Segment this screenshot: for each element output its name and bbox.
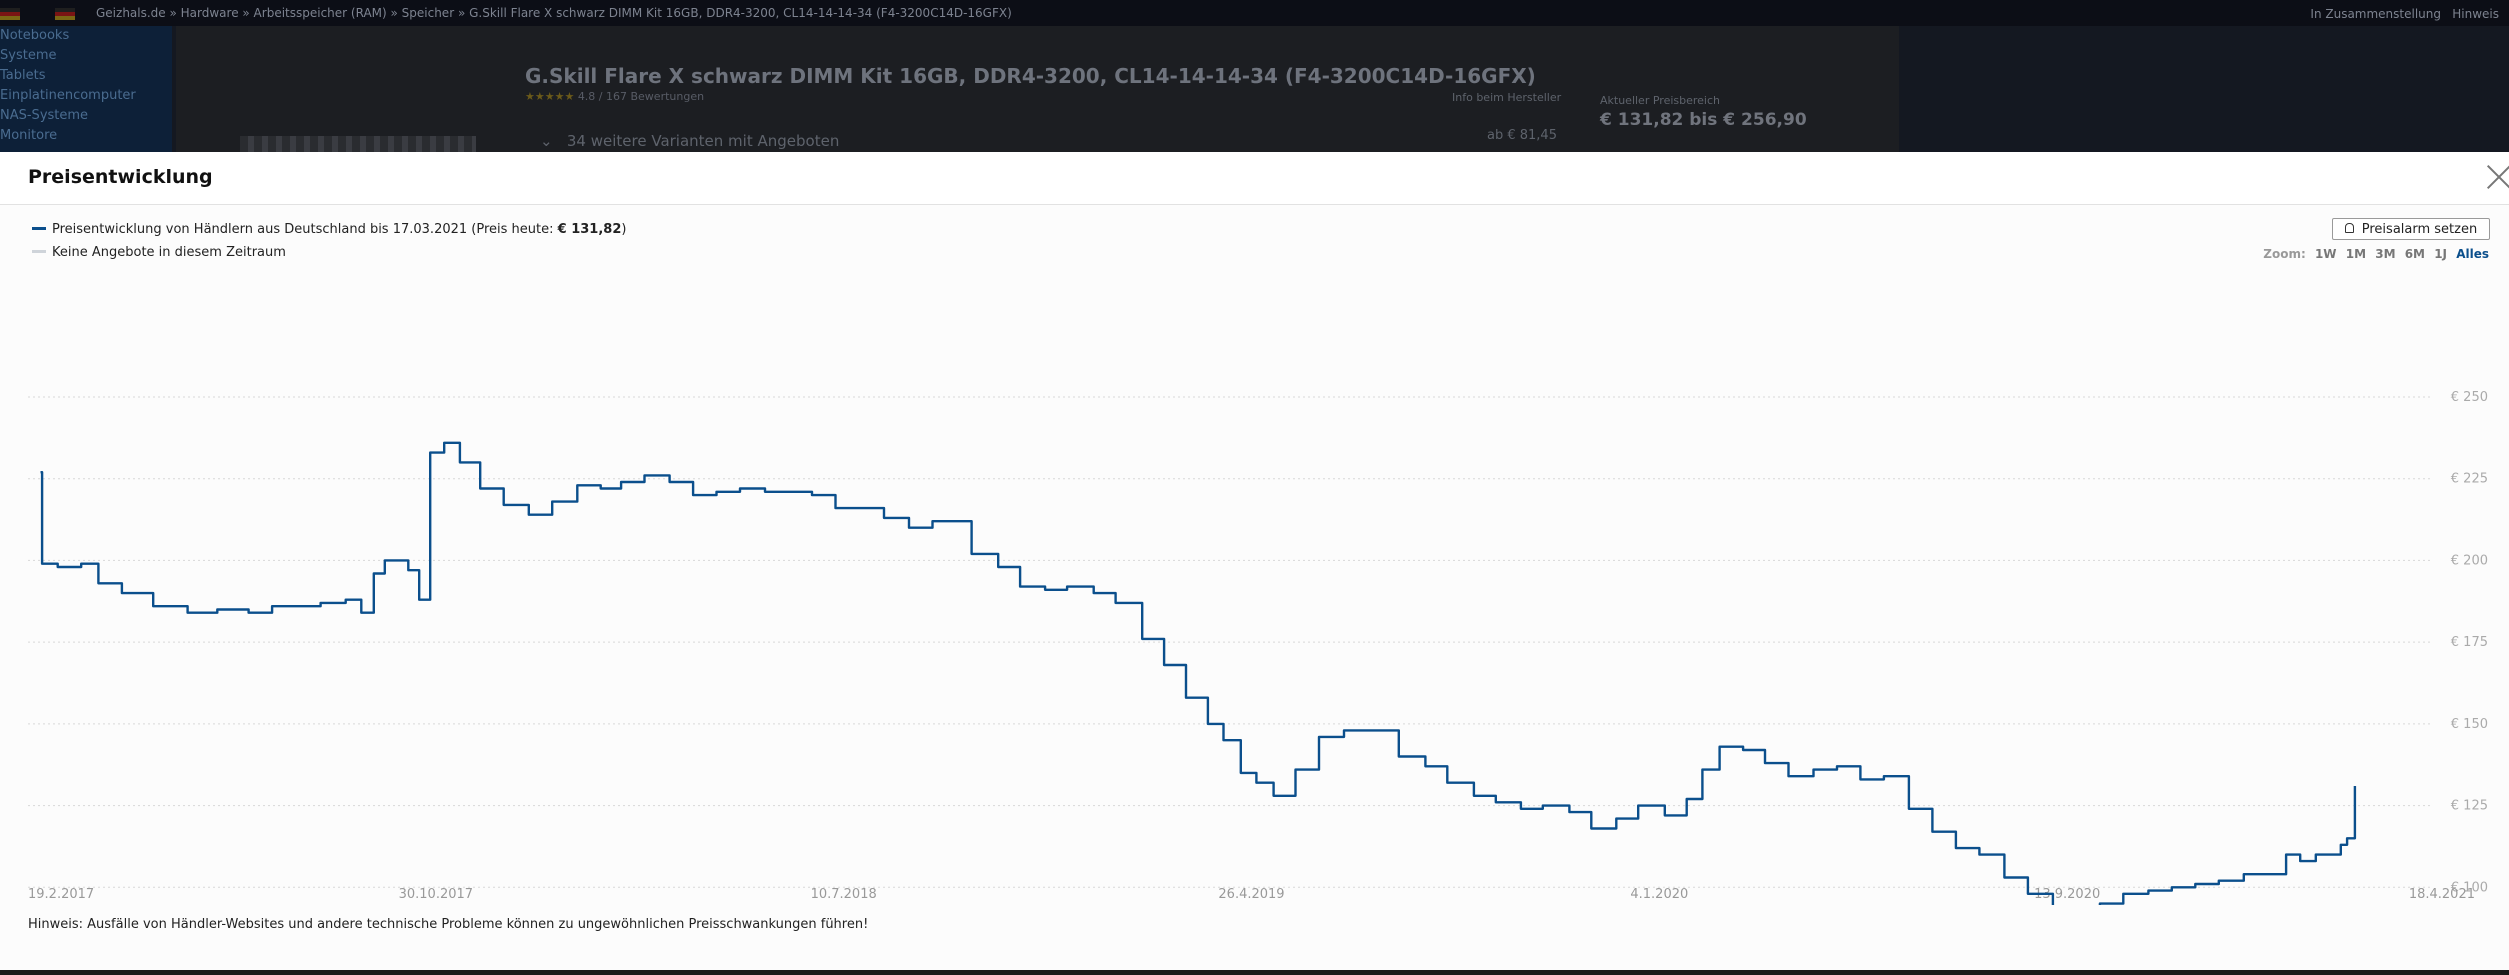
variant-price: ab € 81,45 <box>1487 128 1557 143</box>
sidebar-item-nas-systeme[interactable]: NAS-Systeme <box>0 106 172 126</box>
y-tick-label: € 250 <box>2451 390 2488 405</box>
variants-toggle[interactable]: ⌄ 34 weitere Varianten mit Angeboten <box>540 132 839 150</box>
sidebar-item-systeme[interactable]: Systeme <box>0 46 172 66</box>
y-tick-label: € 150 <box>2451 717 2488 732</box>
y-tick-label: € 125 <box>2451 799 2488 814</box>
product-title: G.Skill Flare X schwarz DIMM Kit 16GB, D… <box>525 64 1536 88</box>
grid-lines <box>28 396 2430 888</box>
chart-area: Preisentwicklung von Händlern aus Deutsc… <box>0 205 2509 970</box>
modal-title: Preisentwicklung <box>28 166 213 188</box>
x-tick-label: 30.10.2017 <box>399 887 473 902</box>
rating-text: 4.8 / 167 Bewertungen <box>577 90 705 103</box>
sidebar-item-tablets[interactable]: Tablets <box>0 66 172 86</box>
rating[interactable]: ★★★★★ 4.8 / 167 Bewertungen <box>525 90 704 103</box>
chevron-down-icon: ⌄ <box>540 132 553 150</box>
price-range: € 131,82 bis € 256,90 <box>1600 110 1807 130</box>
y-tick-label: € 200 <box>2451 553 2488 568</box>
x-tick-label: 4.1.2020 <box>1630 887 1688 902</box>
x-tick-label: 26.4.2019 <box>1218 887 1284 902</box>
star-rating-icon: ★★★★★ <box>525 90 575 103</box>
hint-text: Hinweis: Ausfälle von Händler-Websites u… <box>28 917 869 932</box>
sidebar-item-monitore[interactable]: Monitore <box>0 126 172 146</box>
variants-label: 34 weitere Varianten mit Angeboten <box>566 132 840 150</box>
flag-icon <box>0 8 20 20</box>
notice-link[interactable]: Hinweis <box>2452 7 2499 21</box>
sidebar-item-einplatinencomputer[interactable]: Einplatinencomputer <box>0 86 172 106</box>
manufacturer-info-link[interactable]: Info beim Hersteller <box>1452 91 1561 104</box>
price-chart[interactable]: € 75€ 100€ 125€ 150€ 175€ 200€ 225€ 250 … <box>0 205 2509 905</box>
compare-link[interactable]: In Zusammenstellung <box>2310 7 2441 21</box>
x-tick-label: 19.2.2017 <box>28 887 94 902</box>
close-icon[interactable] <box>2486 164 2509 190</box>
x-axis-ticks: 19.2.2017 30.10.2017 10.7.2018 26.4.2019 4.1… <box>28 887 2475 902</box>
german-flag-icon[interactable] <box>55 8 75 20</box>
price-history-modal: Preisentwicklung Preisentwicklung von Hä… <box>0 152 2509 970</box>
modal-header: Preisentwicklung <box>0 152 2509 205</box>
product-image[interactable] <box>240 136 476 152</box>
top-bar: Geizhals.de » Hardware » Arbeitsspeicher… <box>0 0 2509 26</box>
price-series-line <box>40 441 2357 905</box>
breadcrumb[interactable]: Geizhals.de » Hardware » Arbeitsspeicher… <box>96 6 1012 20</box>
y-tick-label: € 175 <box>2451 635 2488 650</box>
bottom-strip <box>0 970 2509 975</box>
price-range-label: Aktueller Preisbereich <box>1600 94 1720 107</box>
sidebar-item-notebooks[interactable]: Notebooks <box>0 26 172 46</box>
y-axis-ticks: € 75€ 100€ 125€ 150€ 175€ 200€ 225€ 250 <box>2451 390 2488 895</box>
x-tick-label: 10.7.2018 <box>811 887 877 902</box>
y-tick-label: € 225 <box>2451 472 2488 487</box>
x-tick-label: 18.4.2021 <box>2409 887 2475 902</box>
